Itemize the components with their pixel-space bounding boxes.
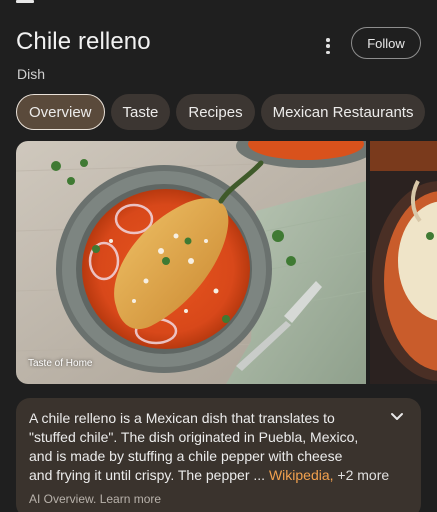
wikipedia-link[interactable]: Wikipedia, — [269, 467, 334, 483]
overview-summary-continued: and frying it until crispy. The pepper .… — [29, 466, 389, 485]
ai-overview-footer: AI Overview. Learn more — [29, 492, 161, 506]
more-sources-link[interactable]: +2 more — [337, 467, 389, 483]
ai-overview-card[interactable]: A chile relleno is a Mexican dish that t… — [16, 398, 421, 512]
menu-icon[interactable] — [16, 0, 34, 3]
page-title: Chile relleno — [16, 28, 151, 55]
entity-type: Dish — [17, 66, 46, 82]
follow-button[interactable]: Follow — [351, 27, 421, 59]
tab-overview[interactable]: Overview — [16, 94, 105, 130]
overview-text-end: and frying it until crispy. The pepper .… — [29, 467, 266, 483]
more-options-icon[interactable] — [323, 38, 333, 54]
main-dish-image[interactable] — [16, 141, 366, 384]
tab-bar: Overview Taste Recipes Mexican Restauran… — [16, 94, 426, 130]
tab-recipes[interactable]: Recipes — [176, 94, 255, 130]
chevron-down-icon[interactable] — [390, 412, 404, 422]
learn-more-link[interactable]: Learn more — [100, 492, 161, 506]
tab-mexican-restaurants[interactable]: Mexican Restaurants — [260, 94, 426, 130]
image-credit: Taste of Home — [28, 358, 93, 369]
tab-taste[interactable]: Taste — [110, 94, 171, 130]
overview-summary: A chile relleno is a Mexican dish that t… — [29, 410, 359, 464]
secondary-dish-image[interactable] — [370, 141, 437, 384]
ai-overview-label: AI Overview. — [29, 492, 97, 506]
overview-text: A chile relleno is a Mexican dish that t… — [29, 409, 389, 485]
